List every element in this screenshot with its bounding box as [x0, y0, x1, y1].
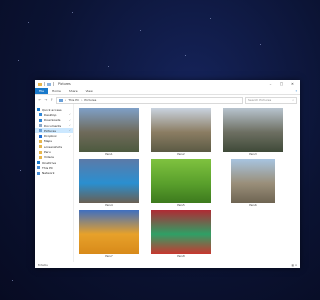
- folder-icon: [38, 82, 42, 86]
- pin-icon: ✓: [68, 113, 71, 117]
- documents-icon: [39, 124, 42, 128]
- forward-button[interactable]: →: [44, 98, 48, 102]
- file-name: Peru8: [177, 255, 185, 258]
- sidebar-item-label: Documents: [44, 123, 62, 128]
- address-bar[interactable]: › This PC › Pictures: [56, 96, 243, 104]
- ribbon-tabs: File Home Share View ?: [35, 88, 300, 95]
- sidebar-item-label: Peru: [44, 150, 51, 155]
- close-button[interactable]: ✕: [288, 82, 297, 86]
- tab-share[interactable]: Share: [65, 88, 82, 94]
- sidebar-item-label: Network: [42, 171, 55, 176]
- file-tile[interactable]: Peru6: [223, 159, 283, 207]
- search-placeholder: Search Pictures: [248, 98, 272, 102]
- navigation-pane: Quick access Desktop ✓ Downloads ✓ Documents ✓…: [35, 104, 74, 262]
- tab-view[interactable]: View: [82, 88, 97, 94]
- help-icon[interactable]: ?: [295, 89, 297, 93]
- dropbox-icon: [39, 134, 42, 138]
- title-bar: Pictures – □ ✕: [35, 80, 300, 88]
- sidebar-item-label: OneDrive: [42, 160, 57, 165]
- pin-icon: ✓: [68, 118, 71, 122]
- quick-access-toolbar-icon[interactable]: [47, 82, 51, 86]
- folder-icon: [39, 150, 42, 154]
- file-name: Peru3: [249, 153, 257, 156]
- image-thumbnail[interactable]: [79, 210, 139, 254]
- pin-icon: ✓: [68, 134, 71, 138]
- sidebar-item-label: Pictures: [44, 128, 56, 133]
- sidebar-item-network[interactable]: Network: [35, 171, 73, 176]
- file-name: Peru5: [177, 204, 185, 207]
- view-toggle-buttons[interactable]: ▦ ≡: [292, 264, 297, 267]
- pc-icon: [37, 166, 40, 170]
- network-icon: [37, 171, 40, 175]
- image-thumbnail[interactable]: [79, 159, 139, 203]
- file-name: Peru1: [105, 153, 113, 156]
- breadcrumb-this-pc[interactable]: This PC: [68, 98, 79, 102]
- item-count: 8 items: [38, 263, 48, 267]
- file-name: Peru4: [105, 204, 113, 207]
- folder-icon: [39, 155, 42, 159]
- folder-icon: [39, 139, 42, 143]
- up-button[interactable]: ↑: [50, 98, 54, 102]
- file-explorer-window: Pictures – □ ✕ File Home Share View ? ← …: [35, 80, 300, 268]
- file-name: Peru6: [249, 204, 257, 207]
- file-tile[interactable]: Peru5: [151, 159, 211, 207]
- image-thumbnail[interactable]: [223, 108, 283, 152]
- file-tile[interactable]: Peru3: [223, 108, 283, 156]
- sidebar-item-label: Maps: [44, 139, 52, 144]
- file-tile[interactable]: Peru2: [151, 108, 211, 156]
- search-icon: ⌕: [292, 98, 294, 102]
- image-thumbnail[interactable]: [79, 108, 139, 152]
- tab-file[interactable]: File: [35, 88, 49, 94]
- file-tile[interactable]: Peru8: [151, 210, 211, 258]
- divider: [44, 82, 45, 86]
- file-tile[interactable]: Peru1: [79, 108, 139, 156]
- image-thumbnail[interactable]: [231, 159, 275, 203]
- sidebar-item-label: Downloads: [44, 118, 61, 123]
- image-thumbnail[interactable]: [151, 210, 211, 254]
- sidebar-item-label: Desktop: [44, 112, 57, 117]
- file-name: Peru7: [105, 255, 113, 258]
- image-thumbnail[interactable]: [151, 159, 211, 203]
- search-input[interactable]: Search Pictures ⌕: [245, 96, 297, 104]
- pin-icon: ✓: [68, 124, 71, 128]
- breadcrumb-sep: ›: [81, 98, 83, 102]
- file-tile[interactable]: Peru4: [79, 159, 139, 207]
- onedrive-icon: [37, 161, 40, 165]
- breadcrumb-pictures[interactable]: Pictures: [84, 98, 96, 102]
- sidebar-item-label: screenshots: [44, 144, 63, 149]
- sidebar-item-label: Dropbox: [44, 134, 57, 139]
- file-tile[interactable]: Peru7: [79, 210, 139, 258]
- folder-icon: [39, 145, 42, 149]
- file-grid: Peru1 Peru2 Peru3 Peru4 Peru5 Peru6 Peru7 Peru8: [74, 104, 300, 262]
- sidebar-item-label: Quick access: [42, 107, 62, 112]
- image-thumbnail[interactable]: [151, 108, 211, 152]
- download-icon: [39, 118, 42, 122]
- divider: [53, 82, 54, 86]
- window-title: Pictures: [58, 82, 71, 86]
- pictures-icon: [39, 129, 42, 133]
- tab-home[interactable]: Home: [48, 88, 65, 94]
- pictures-icon: [59, 98, 63, 102]
- desktop-icon: [39, 113, 42, 117]
- back-button[interactable]: ←: [38, 98, 42, 102]
- maximize-button[interactable]: □: [277, 82, 286, 86]
- sidebar-item-label: Videos: [44, 155, 54, 160]
- star-icon: [37, 108, 40, 112]
- status-bar: 8 items ▦ ≡: [35, 262, 300, 268]
- breadcrumb-sep: ›: [65, 98, 67, 102]
- pin-icon: ✓: [68, 129, 71, 133]
- minimize-button[interactable]: –: [266, 82, 275, 86]
- file-name: Peru2: [177, 153, 185, 156]
- sidebar-item-label: This PC: [42, 165, 53, 170]
